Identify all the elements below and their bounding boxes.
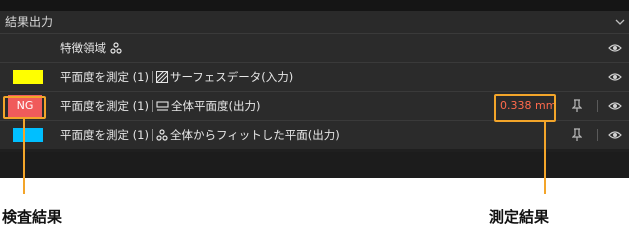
section-header[interactable]: 結果出力	[0, 11, 629, 33]
row-label: 平面度を測定 (1) 全体平面度(出力)	[60, 92, 260, 120]
surface-icon	[155, 71, 168, 83]
divider	[597, 129, 598, 141]
eye-icon[interactable]	[608, 71, 622, 83]
value-caption: 測定結果	[489, 208, 550, 226]
row-label: 平面度を測定 (1) サーフェスデータ(入力)	[60, 63, 293, 91]
measure-flatness-label: 平面度を測定 (1)	[60, 99, 149, 113]
value-callout-line	[544, 122, 546, 194]
value-highlight-box	[494, 94, 556, 122]
color-swatch-blue[interactable]	[13, 128, 43, 142]
row-fitted-plane[interactable]: 平面度を測定 (1) 全体からフィットした平面(出力)	[0, 120, 629, 149]
result-caption: 検査結果	[2, 208, 63, 226]
measure-flatness-label: 平面度を測定 (1)	[60, 128, 149, 142]
top-strip	[0, 0, 629, 11]
row-label: 特徴領域	[60, 34, 124, 62]
separator	[151, 129, 153, 141]
separator	[151, 100, 153, 112]
row-label: 平面度を測定 (1) 全体からフィットした平面(出力)	[60, 121, 340, 149]
cluster-icon	[110, 42, 122, 54]
surface-data-input-label: サーフェスデータ(入力)	[169, 70, 294, 84]
fitted-plane-output-label: 全体からフィットした平面(出力)	[169, 128, 340, 142]
pin-icon[interactable]	[572, 99, 582, 113]
row-surface-input[interactable]: 平面度を測定 (1) サーフェスデータ(入力)	[0, 62, 629, 91]
divider	[597, 100, 598, 112]
color-swatch-yellow[interactable]	[13, 70, 43, 84]
flatness-icon	[156, 101, 169, 111]
chevron-down-icon[interactable]	[615, 17, 625, 27]
row-feature-region[interactable]: 特徴領域	[0, 33, 629, 62]
eye-icon[interactable]	[608, 42, 622, 54]
overall-flatness-output-label: 全体平面度(出力)	[170, 99, 261, 113]
eye-icon[interactable]	[608, 129, 622, 141]
feature-region-label: 特徴領域	[60, 41, 106, 55]
empty-area	[0, 152, 629, 178]
separator	[151, 71, 153, 83]
pin-icon[interactable]	[572, 128, 582, 142]
measure-flatness-label: 平面度を測定 (1)	[60, 70, 149, 84]
section-title: 結果出力	[5, 15, 54, 29]
cluster-icon	[156, 129, 168, 141]
result-highlight-box	[3, 96, 46, 119]
result-callout-line	[23, 119, 25, 194]
results-output-panel: 結果出力 特徴領域 平面度を測定 (1) サーフェスデータ(入力) NG 平面度…	[0, 0, 629, 178]
eye-icon[interactable]	[608, 100, 622, 112]
